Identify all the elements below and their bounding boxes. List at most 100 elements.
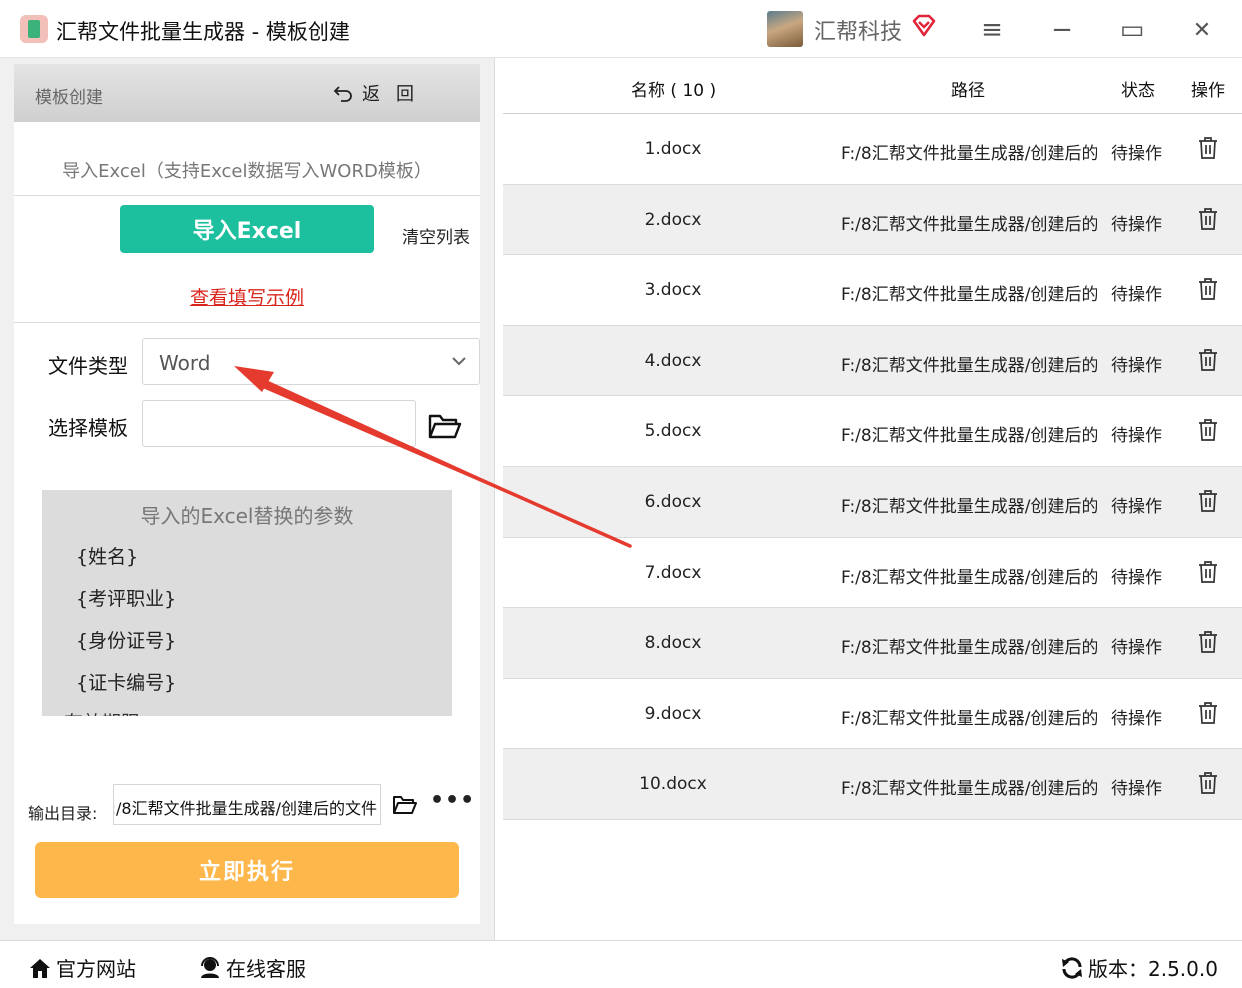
column-header-status[interactable]: 状态 (1121, 76, 1155, 101)
trash-icon[interactable] (1197, 418, 1219, 442)
window-title: 汇帮文件批量生成器 - 模板创建 (56, 20, 350, 44)
trash-icon[interactable] (1197, 136, 1219, 160)
minimize-button[interactable]: − (1042, 10, 1082, 50)
table-row[interactable]: 8.docx F:/8汇帮文件批量生成器/创建后的文件 待操作 (503, 608, 1242, 679)
user-avatar[interactable] (767, 11, 803, 47)
execute-now-button[interactable]: 立即执行 (35, 842, 459, 898)
version-label: 版本：2.5.0.0 (1088, 957, 1218, 981)
cell-path: F:/8汇帮文件批量生成器/创建后的文件 (841, 779, 1097, 800)
trash-icon[interactable] (1197, 701, 1219, 725)
clear-list-button[interactable]: 清空列表 (402, 223, 470, 248)
cell-path: F:/8汇帮文件批量生成器/创建后的文件 (841, 496, 1097, 517)
cell-status: 待操作 (1111, 708, 1162, 729)
cell-path: F:/8汇帮文件批量生成器/创建后的文件 (841, 144, 1097, 164)
chevron-down-icon (452, 357, 466, 366)
divider (14, 195, 480, 196)
trash-icon[interactable] (1197, 630, 1219, 654)
output-dir-input[interactable]: F:/8汇帮文件批量生成器/创建后的文件 (113, 784, 381, 825)
cell-status: 待操作 (1111, 567, 1162, 588)
cell-path: F:/8汇帮文件批量生成器/创建后的文件 (841, 214, 1097, 235)
table-row[interactable]: 4.docx F:/8汇帮文件批量生成器/创建后的文件 待操作 (503, 325, 1242, 397)
cell-status: 待操作 (1111, 355, 1162, 376)
param-item: {身份证号} (76, 630, 177, 652)
column-header-name[interactable]: 名称 ( 10 ) (631, 76, 716, 101)
refresh-icon (1062, 956, 1082, 979)
param-item-partial: 有效期限 (64, 708, 140, 716)
cell-name: 10.docx (639, 774, 707, 795)
cell-status: 待操作 (1111, 426, 1162, 447)
back-arrow-icon (333, 86, 352, 102)
cell-status: 待操作 (1111, 214, 1162, 235)
vip-diamond-icon[interactable] (910, 12, 938, 40)
trash-icon[interactable] (1197, 207, 1219, 231)
table-body: 1.docx F:/8汇帮文件批量生成器/创建后的文件 待操作 2.docx F… (503, 114, 1242, 820)
column-header-action: 操作 (1191, 81, 1225, 101)
params-title: 导入的Excel替换的参数 (140, 504, 354, 528)
trash-icon[interactable] (1197, 277, 1219, 301)
folder-open-icon[interactable] (428, 412, 462, 440)
cell-name: 9.docx (644, 703, 702, 724)
cell-path: F:/8汇帮文件批量生成器/创建后的文件 (841, 285, 1097, 306)
cell-path: F:/8汇帮文件批量生成器/创建后的文件 (841, 567, 1097, 588)
home-icon (30, 958, 50, 978)
table-row[interactable]: 3.docx F:/8汇帮文件批量生成器/创建后的文件 待操作 (503, 255, 1242, 326)
status-bar: 官方网站 在线客服 版本：2.5.0.0 (0, 940, 1242, 988)
trash-icon[interactable] (1197, 560, 1219, 584)
online-support-link[interactable]: 在线客服 (198, 953, 306, 982)
table-row[interactable]: 1.docx F:/8汇帮文件批量生成器/创建后的文件 待操作 (503, 114, 1242, 185)
cell-name: 3.docx (644, 280, 702, 301)
official-website-label: 官方网站 (56, 957, 136, 981)
trash-icon[interactable] (1197, 771, 1219, 795)
close-button[interactable]: ✕ (1182, 10, 1222, 50)
cell-name: 7.docx (644, 562, 702, 583)
template-form: 模板创建 返回 导入Excel（支持Excel数据写入WORD模板） 导入Exc… (14, 64, 480, 924)
output-dir-value: F:/8汇帮文件批量生成器/创建后的文件 (113, 799, 377, 818)
cell-name: 6.docx (644, 491, 702, 512)
param-item: {考评职业} (76, 588, 177, 610)
template-label: 选择模板 (48, 416, 128, 440)
cell-name: 4.docx (644, 350, 702, 371)
table-row[interactable]: 7.docx F:/8汇帮文件批量生成器/创建后的文件 待操作 (503, 537, 1242, 609)
table-row[interactable]: 6.docx F:/8汇帮文件批量生成器/创建后的文件 待操作 (503, 466, 1242, 538)
import-hint: 导入Excel（支持Excel数据写入WORD模板） (62, 161, 432, 182)
back-button[interactable]: 返回 (332, 80, 430, 106)
left-panel: 模板创建 返回 导入Excel（支持Excel数据写入WORD模板） 导入Exc… (0, 58, 494, 940)
cell-name: 2.docx (644, 209, 702, 230)
view-example-link[interactable]: 查看填写示例 (14, 283, 480, 310)
table-row[interactable]: 2.docx F:/8汇帮文件批量生成器/创建后的文件 待操作 (503, 184, 1242, 256)
excel-params-box: 导入的Excel替换的参数 {姓名} {考评职业} {身份证号} {证卡编号} … (42, 490, 452, 716)
divider (14, 322, 480, 323)
folder-open-icon[interactable] (392, 794, 418, 816)
trash-icon[interactable] (1197, 348, 1219, 372)
cell-path: F:/8汇帮文件批量生成器/创建后的文件 (841, 708, 1097, 729)
trash-icon[interactable] (1197, 489, 1219, 513)
cell-path: F:/8汇帮文件批量生成器/创建后的文件 (841, 638, 1097, 659)
template-path-input[interactable] (142, 400, 416, 447)
output-dir-label: 输出目录: (28, 804, 98, 823)
cell-status: 待操作 (1111, 638, 1162, 659)
file-type-label: 文件类型 (48, 354, 128, 378)
cell-name: 8.docx (644, 633, 702, 654)
cell-status: 待操作 (1111, 285, 1162, 306)
column-header-path[interactable]: 路径 (951, 76, 985, 101)
menu-button[interactable]: ≡ (972, 10, 1012, 50)
cell-status: 待操作 (1111, 496, 1162, 517)
maximize-button[interactable]: ▭ (1112, 10, 1152, 50)
table-row[interactable]: 10.docx F:/8汇帮文件批量生成器/创建后的文件 待操作 (503, 749, 1242, 820)
table-row[interactable]: 5.docx F:/8汇帮文件批量生成器/创建后的文件 待操作 (503, 396, 1242, 467)
version-info[interactable]: 版本：2.5.0.0 (1060, 953, 1218, 982)
back-label: 返回 (362, 84, 430, 105)
brand-name[interactable]: 汇帮科技 (814, 14, 902, 46)
table-row[interactable]: 9.docx F:/8汇帮文件批量生成器/创建后的文件 待操作 (503, 678, 1242, 750)
title-bar: 汇帮文件批量生成器 - 模板创建 汇帮科技 ≡ − ▭ ✕ (0, 0, 1242, 58)
official-website-link[interactable]: 官方网站 (28, 953, 136, 982)
online-support-label: 在线客服 (226, 957, 306, 981)
param-item: {证卡编号} (76, 672, 177, 694)
more-options-button[interactable]: ••• (430, 788, 475, 813)
import-excel-button[interactable]: 导入Excel (120, 205, 374, 253)
cell-name: 5.docx (644, 421, 702, 442)
cell-status: 待操作 (1111, 779, 1162, 800)
cell-path: F:/8汇帮文件批量生成器/创建后的文件 (841, 355, 1097, 376)
file-type-select[interactable]: Word (142, 338, 480, 385)
file-table: 名称 ( 10 ) 路径 状态 操作 1.docx F:/8汇帮文件批量生成器/… (494, 58, 1242, 940)
